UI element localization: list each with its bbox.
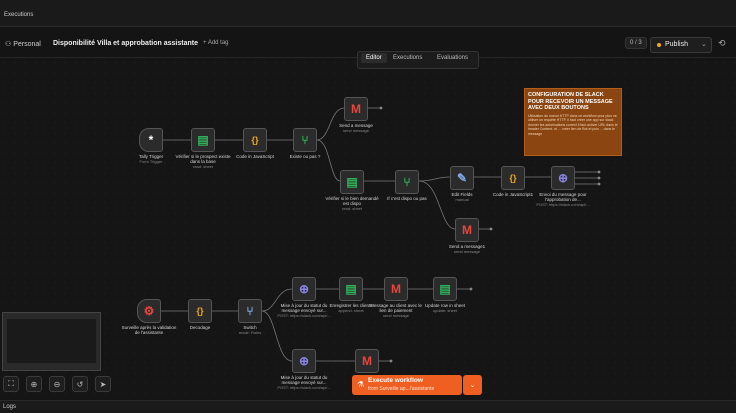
globe-icon: ⊕ [298,354,310,368]
execute-sublabel: from Surveille ap...l'assistante [368,386,435,392]
execute-label: Execute workflow [368,377,423,384]
zoom-in-icon: ⊕ [30,379,38,389]
sheets-icon: ▤ [346,175,358,189]
tidy-up-button[interactable]: ➤ [95,376,111,392]
execute-dropdown-button[interactable]: ⌄ [463,375,482,395]
node-edit-fields[interactable]: ✎ [450,166,474,190]
node-if-exists[interactable]: ⑂ [293,128,317,152]
sticky-note[interactable]: CONFIGURATION DE SLACK POUR RECEVOIR UN … [524,88,622,156]
gmail-icon: M [462,223,472,237]
node-label: Update row in sheet update: sheet [424,303,466,313]
switch-icon: ⑂ [246,304,254,318]
node-label: Switch mode: Rules [238,325,262,335]
undo-icon: ↺ [76,379,84,389]
node-record-clients[interactable]: ▤ [339,277,363,301]
logs-panel[interactable]: Logs [0,400,736,413]
webhook-icon: ⚙ [143,304,155,318]
flask-icon: ⚗ [357,380,365,389]
node-send-message[interactable]: M [344,97,368,121]
sticky-note-title: CONFIGURATION DE SLACK POUR RECEVOIR UN … [528,92,613,111]
chevron-down-icon: ⌄ [469,382,476,389]
node-label: Send a message send message [339,123,373,133]
fit-view-icon: ⛶ [8,379,14,388]
node-code-js[interactable]: {} [243,128,267,152]
node-send-message-1[interactable]: M [455,218,479,242]
minimap-viewport [7,319,96,363]
sheets-icon: ▤ [439,282,451,296]
node-tally-trigger[interactable]: * [139,128,163,152]
node-verify-prospect[interactable]: ▤ [191,128,215,152]
node-if-dispo[interactable]: ⑂ [395,170,419,194]
node-send-message-2[interactable]: M [355,349,379,373]
node-label: Envoi du message pour l'approbation de..… [536,192,590,207]
node-message-client[interactable]: M [384,277,408,301]
zoom-in-button[interactable]: ⊕ [26,376,42,392]
pen-icon: ✎ [456,171,468,185]
node-label: Mise à jour du statut du message envoyé … [277,375,331,390]
node-http-update-2[interactable]: ⊕ [292,349,316,373]
if-branch-icon: ⑂ [403,175,411,189]
node-webhook[interactable]: ⚙ [137,299,161,323]
globe-icon: ⊕ [298,282,310,296]
node-update-row[interactable]: ▤ [433,277,457,301]
node-http-update-1[interactable]: ⊕ [292,277,316,301]
node-decodage[interactable]: {} [188,299,212,323]
node-verify-dispo[interactable]: ▤ [340,170,364,194]
gmail-icon: M [362,354,372,368]
node-label: Vérifier si le bien demandé est dispo rea… [325,196,379,211]
node-switch[interactable]: ⑂ [238,299,262,323]
logs-label: Logs [3,404,17,410]
reset-zoom-button[interactable]: ↺ [72,376,88,392]
gmail-icon: M [391,282,401,296]
execute-workflow-button[interactable]: ⚗ Execute workflow from Surveille ap...l… [352,375,462,395]
node-http-approval[interactable]: ⊕ [551,166,575,190]
sticky-note-body: Utilisation du noeud HTTP dans ce workfl… [528,113,618,136]
sheets-icon: ▤ [197,133,209,147]
node-label: Tally Trigger Form Trigger [138,154,164,164]
cursor-icon: ➤ [99,379,107,389]
code-braces-icon: {} [196,306,204,316]
node-label: Vérifier si le prospect existe dans la b… [175,154,231,169]
code-braces-icon: {} [251,135,259,145]
tab-evaluations[interactable]: Evaluations [437,55,468,61]
tab-editor[interactable]: Editor [361,53,387,63]
view-tabs: Editor Executions Evaluations [357,51,479,69]
node-label: Existe ou pas ? [289,154,321,159]
fit-view-button[interactable]: ⛶ [3,376,19,392]
asterisk-icon: * [148,133,154,147]
node-code-js-1[interactable]: {} [501,166,525,190]
globe-icon: ⊕ [557,171,569,185]
gmail-icon: M [351,102,361,116]
minimap[interactable] [2,312,101,371]
if-branch-icon: ⑂ [301,133,309,147]
node-label: Send a message1 send message [448,244,486,254]
tab-executions[interactable]: Executions [393,55,422,61]
code-braces-icon: {} [509,173,517,183]
zoom-out-icon: ⊖ [53,379,61,389]
zoom-out-button[interactable]: ⊖ [49,376,65,392]
sheets-icon: ▤ [345,282,357,296]
node-label: If c'est dispo ou pas [387,196,427,201]
